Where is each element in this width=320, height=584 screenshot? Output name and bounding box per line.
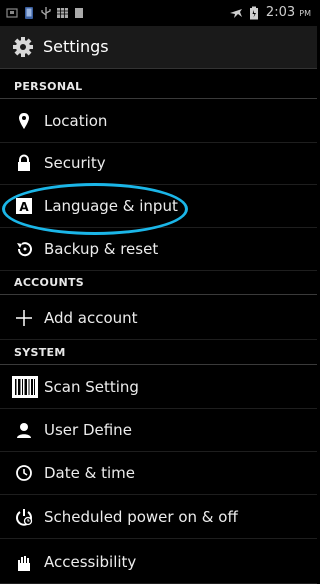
settings-item-backup-reset[interactable]: Backup & reset [0,228,317,271]
settings-item-label: Location [44,112,108,130]
settings-item-label: Accessibility [44,553,137,571]
section-header-personal: PERSONAL [0,76,317,99]
status-bar: 2:03 PM [0,0,317,26]
plus-icon [16,310,32,326]
settings-item-accessibility[interactable]: Accessibility [0,541,317,584]
settings-item-label: Add account [44,309,138,327]
settings-item-label: Security [44,154,106,172]
section-header-system: SYSTEM [0,342,317,365]
settings-item-scan-setting[interactable]: Scan Setting [0,366,317,409]
square-icon [75,8,83,18]
settings-item-add-account[interactable]: Add account [0,297,317,340]
section-header-accounts: ACCOUNTS [0,272,317,295]
settings-item-scheduled-power[interactable]: Scheduled power on & off [0,496,317,539]
airplane-mode-icon [230,9,242,18]
grid-icon [57,8,68,18]
settings-item-label: Scan Setting [44,378,139,396]
settings-item-label: Scheduled power on & off [44,508,238,526]
page-title: Settings [43,37,109,56]
barcode-icon [12,376,38,398]
lock-icon [18,154,30,171]
settings-item-date-time[interactable]: Date & time [0,452,317,495]
backup-restore-icon [17,242,32,257]
settings-item-label: Backup & reset [44,240,159,258]
settings-item-security[interactable]: Security [0,142,317,185]
phone-icon [25,7,33,19]
settings-item-location[interactable]: Location [0,100,317,143]
clock-icon [16,465,32,481]
user-icon [17,423,31,438]
location-pin-icon [19,113,29,129]
settings-item-label: Date & time [44,464,135,482]
clock-text: 2:03 PM [265,5,311,20]
settings-item-user-define[interactable]: User Define [0,409,317,452]
hand-icon [18,556,30,571]
notification-icon [6,8,18,18]
usb-icon [41,7,51,19]
power-clock-icon [16,509,33,526]
settings-item-label: User Define [44,421,132,439]
action-bar: Settings [0,26,317,69]
battery-icon [250,6,258,20]
gear-icon[interactable] [12,36,34,58]
